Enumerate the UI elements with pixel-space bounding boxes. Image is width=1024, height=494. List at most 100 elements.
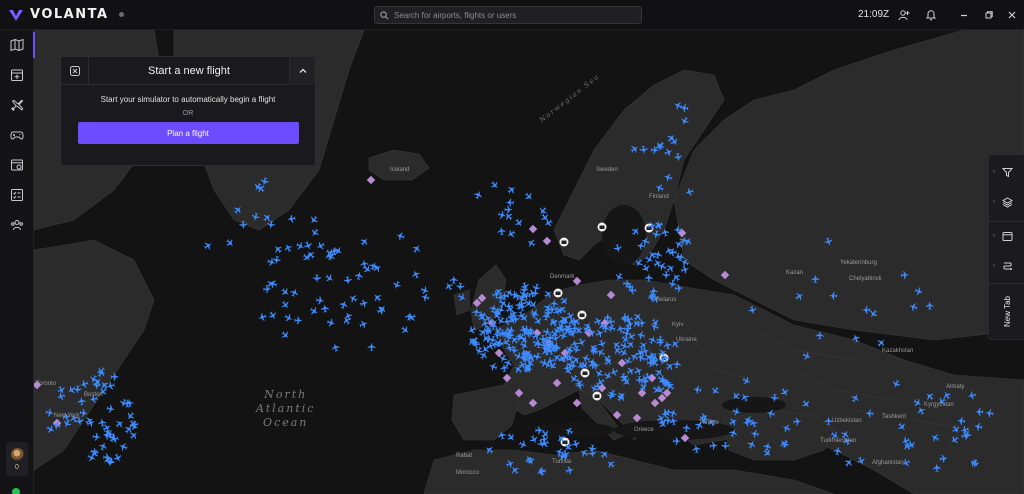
aircraft-icon[interactable] (662, 270, 671, 280)
aircraft-icon[interactable] (320, 304, 330, 313)
aircraft-icon[interactable] (420, 285, 431, 295)
aircraft-icon[interactable] (505, 198, 515, 207)
aircraft-icon[interactable] (272, 255, 281, 265)
aircraft-icon[interactable] (513, 217, 524, 228)
aircraft-icon[interactable] (343, 276, 352, 285)
aircraft-icon[interactable] (506, 184, 518, 196)
sidebar-item-map[interactable] (0, 32, 35, 58)
aircraft-icon[interactable] (326, 318, 336, 328)
aircraft-icon[interactable] (287, 214, 297, 223)
aircraft-icon[interactable] (114, 418, 126, 429)
aircraft-icon[interactable] (571, 439, 581, 449)
friends-icon[interactable] (897, 8, 911, 22)
sidebar-item-checklists[interactable] (0, 182, 34, 208)
aircraft-icon[interactable] (202, 240, 213, 251)
route-button[interactable]: ‹ (989, 253, 1024, 279)
aircraft-icon[interactable] (324, 273, 335, 284)
aircraft-icon[interactable] (360, 259, 369, 269)
aircraft-icon[interactable] (406, 312, 417, 323)
sidebar-item-logbook[interactable] (0, 152, 34, 178)
aircraft-icon[interactable] (473, 189, 484, 200)
window-button[interactable]: ‹ (989, 223, 1024, 249)
aircraft-icon[interactable] (400, 324, 412, 335)
aircraft-icon[interactable] (876, 337, 888, 349)
aircraft-icon[interactable] (372, 262, 383, 273)
sidebar-item-community[interactable] (0, 212, 34, 238)
restore-window-icon[interactable] (982, 8, 996, 22)
aircraft-icon[interactable] (280, 329, 292, 341)
aircraft-icon[interactable] (267, 310, 278, 321)
aircraft-icon[interactable] (330, 342, 340, 352)
aircraft-icon[interactable] (106, 404, 116, 413)
aircraft-icon[interactable] (420, 292, 430, 302)
aircraft-icon[interactable] (280, 286, 292, 298)
aircraft-icon[interactable] (339, 299, 349, 310)
aircraft-icon[interactable] (309, 306, 320, 317)
aircraft-icon[interactable] (368, 260, 379, 271)
aircraft-icon[interactable] (692, 444, 701, 454)
user-profile[interactable]: 0 (6, 442, 28, 476)
aircraft-icon[interactable] (272, 243, 284, 255)
aircraft-icon[interactable] (354, 271, 363, 281)
aircraft-icon[interactable] (488, 361, 499, 372)
aircraft-icon[interactable] (367, 342, 376, 351)
aircraft-icon[interactable] (391, 280, 402, 291)
aircraft-icon[interactable] (312, 274, 321, 283)
panel-close-button[interactable] (61, 56, 89, 85)
aircraft-icon[interactable] (224, 237, 236, 249)
aircraft-icon[interactable] (523, 191, 535, 203)
aircraft-icon[interactable] (118, 441, 129, 452)
close-window-icon[interactable] (1005, 8, 1019, 22)
aircraft-icon[interactable] (315, 296, 325, 305)
notifications-bell-icon[interactable] (924, 8, 938, 22)
search-bar[interactable] (374, 6, 642, 24)
search-input[interactable] (394, 10, 634, 20)
app-logo[interactable]: VOLANTA (8, 7, 109, 23)
aircraft-icon[interactable] (315, 241, 326, 252)
aircraft-icon[interactable] (410, 269, 421, 280)
aircraft-icon[interactable] (266, 257, 276, 267)
new-tab-button[interactable]: New Tab (989, 283, 1024, 339)
aircraft-icon[interactable] (497, 226, 506, 236)
aircraft-icon[interactable] (359, 298, 369, 308)
aircraft-icon[interactable] (359, 236, 371, 248)
aircraft-icon[interactable] (263, 285, 272, 294)
aircraft-icon[interactable] (98, 441, 108, 452)
sidebar-item-planned-flights[interactable] (0, 62, 34, 88)
aircraft-icon[interactable] (371, 292, 383, 304)
aircraft-icon[interactable] (257, 312, 267, 322)
aircraft-icon[interactable] (505, 228, 516, 239)
aircraft-icon[interactable] (289, 287, 300, 298)
aircraft-icon[interactable] (653, 250, 662, 260)
aircraft-icon[interactable] (518, 439, 529, 450)
layers-button[interactable]: ‹ (989, 189, 1024, 215)
aircraft-icon[interactable] (670, 271, 681, 283)
aircraft-icon[interactable] (443, 281, 454, 292)
aircraft-icon[interactable] (411, 243, 422, 254)
aircraft-icon[interactable] (504, 205, 513, 214)
minimize-window-icon[interactable] (957, 8, 971, 22)
aircraft-icon[interactable] (280, 299, 291, 311)
aircraft-icon[interactable] (308, 214, 319, 226)
aircraft-icon[interactable] (303, 240, 314, 251)
aircraft-icon[interactable] (358, 319, 369, 330)
aircraft-icon[interactable] (489, 179, 501, 191)
aircraft-icon[interactable] (294, 316, 303, 325)
aircraft-icon[interactable] (395, 231, 406, 241)
sidebar-item-flights[interactable] (0, 92, 34, 118)
plan-flight-button[interactable]: Plan a flight (77, 122, 299, 144)
aircraft-icon[interactable] (505, 432, 517, 444)
aircraft-icon[interactable] (456, 282, 465, 291)
panel-collapse-button[interactable] (289, 56, 315, 85)
aircraft-icon[interactable] (283, 312, 294, 323)
aircraft-icon[interactable] (92, 432, 101, 441)
aircraft-icon[interactable] (347, 293, 358, 304)
aircraft-icon[interactable] (449, 275, 458, 284)
aircraft-icon[interactable] (680, 265, 690, 275)
aircraft-icon[interactable] (497, 210, 507, 220)
sidebar-item-simulator[interactable] (0, 122, 34, 148)
aircraft-icon[interactable] (282, 242, 293, 253)
aircraft-icon[interactable] (309, 227, 320, 239)
aircraft-icon[interactable] (525, 237, 536, 248)
aircraft-icon[interactable] (86, 418, 97, 428)
